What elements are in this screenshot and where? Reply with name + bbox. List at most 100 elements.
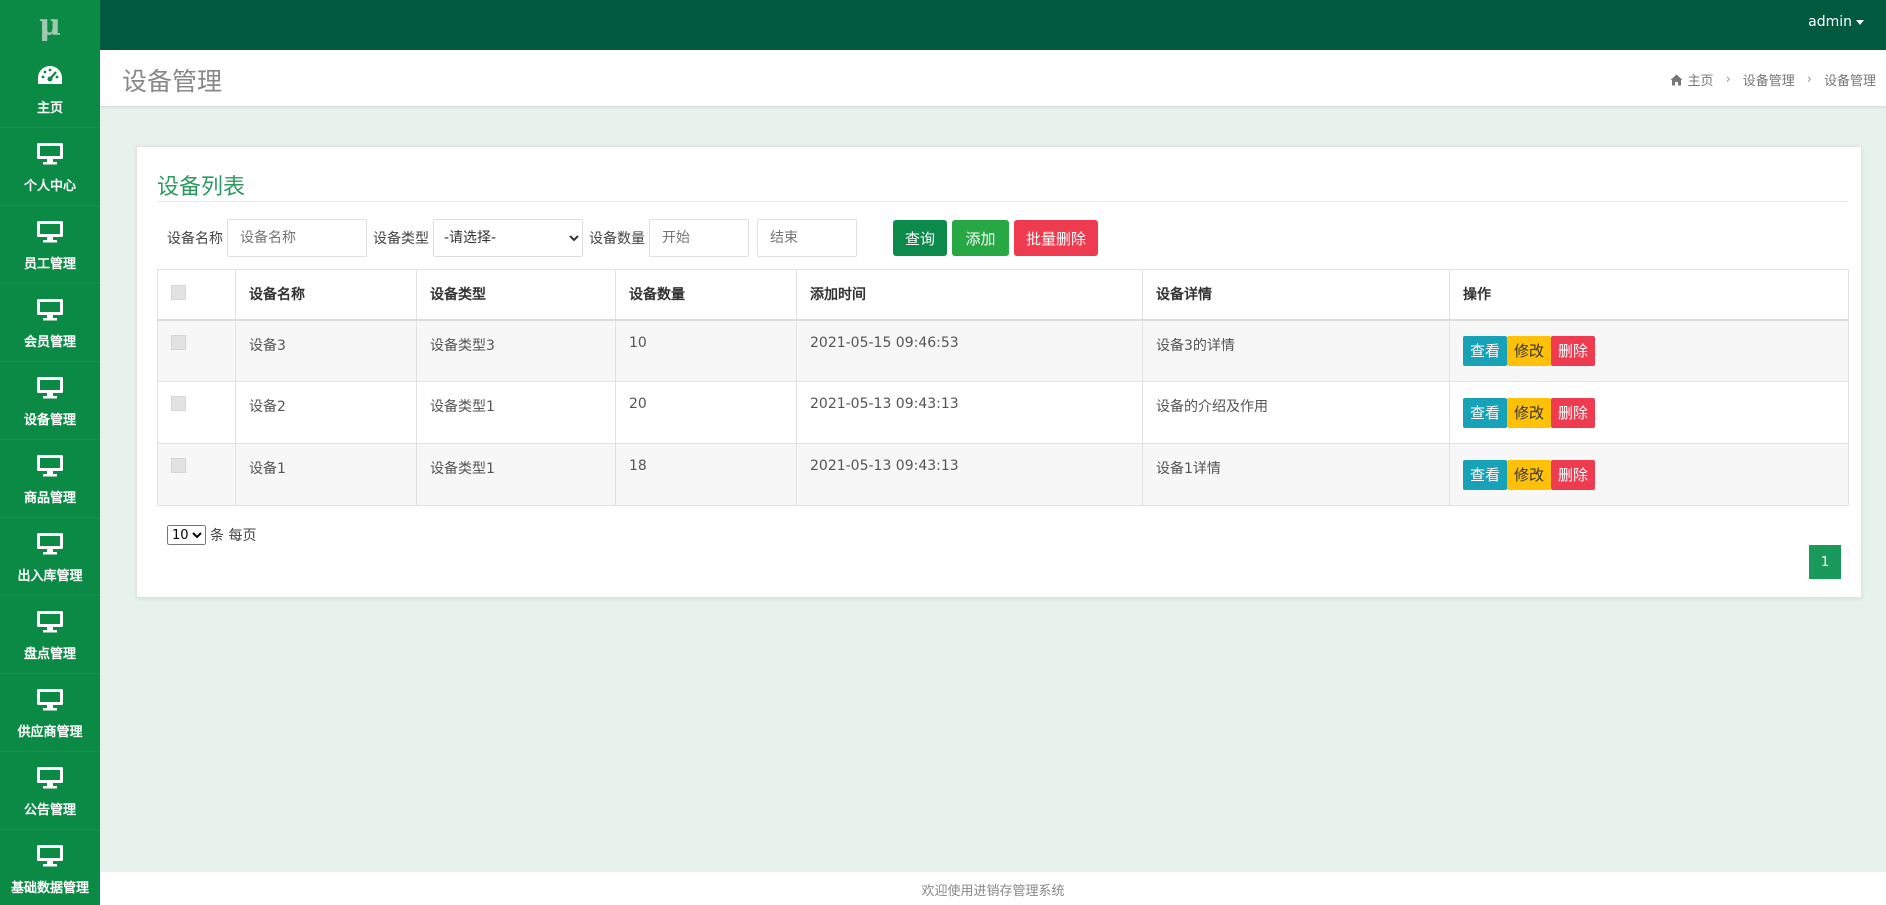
monitor-icon xyxy=(36,529,64,559)
sidebar-item-home[interactable]: 主页 xyxy=(0,50,100,128)
table-row: 设备3 设备类型3 10 2021-05-15 09:46:53 设备3的详情 … xyxy=(157,319,1849,382)
monitor-icon xyxy=(36,607,64,637)
cell-type: 设备类型3 xyxy=(416,319,616,382)
dashboard-icon xyxy=(36,61,64,91)
edit-button[interactable]: 修改 xyxy=(1507,335,1552,366)
col-header: 操作 xyxy=(1449,269,1849,321)
monitor-icon xyxy=(36,295,64,325)
cell-actions: 查看 修改 删除 xyxy=(1449,319,1849,382)
divider xyxy=(157,201,1847,202)
chevron-down-icon xyxy=(1856,19,1864,25)
cell-time: 2021-05-13 09:43:13 xyxy=(796,381,1143,444)
col-header: 设备详情 xyxy=(1142,269,1450,321)
sidebar-item-members[interactable]: 会员管理 xyxy=(0,284,100,362)
page-size-control: 10 条 每页 xyxy=(167,525,256,545)
sidebar-item-products[interactable]: 商品管理 xyxy=(0,440,100,518)
col-header: 添加时间 xyxy=(796,269,1143,321)
cell-qty: 20 xyxy=(615,381,797,444)
monitor-icon xyxy=(36,217,64,247)
monitor-icon xyxy=(36,373,64,403)
device-name-input[interactable] xyxy=(227,219,367,257)
row-checkbox[interactable] xyxy=(171,458,186,473)
device-qty-label: 设备数量 xyxy=(589,231,645,247)
page-title: 设备管理 xyxy=(122,67,223,96)
cell-type: 设备类型1 xyxy=(416,443,616,506)
sidebar-item-label: 公告管理 xyxy=(23,803,76,818)
delete-button[interactable]: 删除 xyxy=(1551,335,1596,366)
page-size-select[interactable]: 10 xyxy=(167,525,206,545)
cell-detail: 设备3的详情 xyxy=(1142,319,1450,382)
table-row: 设备1 设备类型1 18 2021-05-13 09:43:13 设备1详情 查… xyxy=(157,443,1849,506)
view-button[interactable]: 查看 xyxy=(1463,459,1508,490)
delete-button[interactable]: 删除 xyxy=(1551,397,1596,428)
breadcrumb: 主页 › 设备管理 › 设备管理 xyxy=(1670,70,1876,89)
device-list-card: 设备列表 设备名称 设备类型 -请选择- 设备数量 查询 添加 批量删除 设备名… xyxy=(136,146,1862,598)
row-select-cell xyxy=(157,319,236,382)
view-button[interactable]: 查看 xyxy=(1463,335,1508,366)
cell-name: 设备2 xyxy=(235,381,417,444)
home-icon xyxy=(1670,74,1683,86)
sidebar-item-label: 个人中心 xyxy=(23,179,76,194)
sidebar-item-profile[interactable]: 个人中心 xyxy=(0,128,100,206)
sidebar-item-label: 主页 xyxy=(36,101,63,116)
bulk-delete-button[interactable]: 批量删除 xyxy=(1014,220,1099,256)
cell-detail: 设备1详情 xyxy=(1142,443,1450,506)
query-button[interactable]: 查询 xyxy=(893,220,948,256)
row-checkbox[interactable] xyxy=(171,334,186,350)
breadcrumb-current: 设备管理 xyxy=(1823,74,1876,89)
sidebar-item-label: 员工管理 xyxy=(23,257,76,272)
sidebar-item-notices[interactable]: 公告管理 xyxy=(0,752,100,830)
chevron-right-icon: › xyxy=(1806,72,1812,87)
sidebar-item-label: 基础数据管理 xyxy=(10,881,89,896)
cell-time: 2021-05-13 09:43:13 xyxy=(796,443,1143,506)
sidebar-item-devices[interactable]: 设备管理 xyxy=(0,362,100,440)
sidebar: μ 主页 个人中心 员工管理 会员管理 设备管理 商品管理 出入库管理 盘点管理… xyxy=(0,0,100,905)
device-type-select[interactable]: -请选择- xyxy=(433,219,583,257)
cell-qty: 18 xyxy=(615,443,797,506)
sidebar-item-employees[interactable]: 员工管理 xyxy=(0,206,100,284)
topbar: admin xyxy=(100,0,1886,50)
breadcrumb-home[interactable]: 主页 xyxy=(1688,70,1714,89)
monitor-icon xyxy=(36,139,64,169)
sidebar-item-basedata[interactable]: 基础数据管理 xyxy=(0,830,100,905)
sidebar-item-label: 商品管理 xyxy=(23,491,76,506)
filter-bar: 设备名称 设备类型 -请选择- 设备数量 查询 添加 批量删除 xyxy=(167,219,1099,257)
footer: 欢迎使用进销存管理系统 xyxy=(100,872,1886,905)
row-select-cell xyxy=(157,443,236,506)
breadcrumb-devices[interactable]: 设备管理 xyxy=(1743,70,1795,89)
user-menu[interactable]: admin xyxy=(1808,14,1864,30)
select-all-cell xyxy=(157,269,236,321)
sidebar-item-label: 设备管理 xyxy=(23,413,76,428)
page-button-current[interactable]: 1 xyxy=(1809,545,1841,579)
device-name-label: 设备名称 xyxy=(167,231,223,247)
monitor-icon xyxy=(36,763,64,793)
device-table: 设备名称 设备类型 设备数量 添加时间 设备详情 操作 设备3 设备类型3 10… xyxy=(157,269,1849,506)
monitor-icon xyxy=(36,841,64,871)
monitor-icon xyxy=(36,685,64,715)
table-header-row: 设备名称 设备类型 设备数量 添加时间 设备详情 操作 xyxy=(157,269,1849,321)
view-button[interactable]: 查看 xyxy=(1463,397,1508,428)
col-header: 设备类型 xyxy=(416,269,616,321)
cell-qty: 10 xyxy=(615,319,797,382)
delete-button[interactable]: 删除 xyxy=(1551,459,1596,490)
sidebar-item-stock[interactable]: 出入库管理 xyxy=(0,518,100,596)
qty-start-input[interactable] xyxy=(649,219,749,257)
cell-actions: 查看 修改 删除 xyxy=(1449,381,1849,444)
col-header: 设备名称 xyxy=(235,269,417,321)
cell-detail: 设备的介绍及作用 xyxy=(1142,381,1450,444)
select-all-checkbox[interactable] xyxy=(171,284,186,300)
add-button[interactable]: 添加 xyxy=(952,220,1010,256)
monitor-icon xyxy=(36,451,64,481)
row-checkbox[interactable] xyxy=(171,396,186,411)
edit-button[interactable]: 修改 xyxy=(1507,397,1552,428)
cell-time: 2021-05-15 09:46:53 xyxy=(796,319,1143,382)
edit-button[interactable]: 修改 xyxy=(1507,459,1552,490)
sidebar-item-inventory[interactable]: 盘点管理 xyxy=(0,596,100,674)
page-size-suffix: 条 每页 xyxy=(210,528,257,544)
table-row: 设备2 设备类型1 20 2021-05-13 09:43:13 设备的介绍及作… xyxy=(157,381,1849,444)
sidebar-item-label: 盘点管理 xyxy=(23,647,76,662)
username: admin xyxy=(1808,14,1852,30)
sidebar-item-suppliers[interactable]: 供应商管理 xyxy=(0,674,100,752)
qty-end-input[interactable] xyxy=(757,219,857,257)
app-logo: μ xyxy=(39,7,61,43)
